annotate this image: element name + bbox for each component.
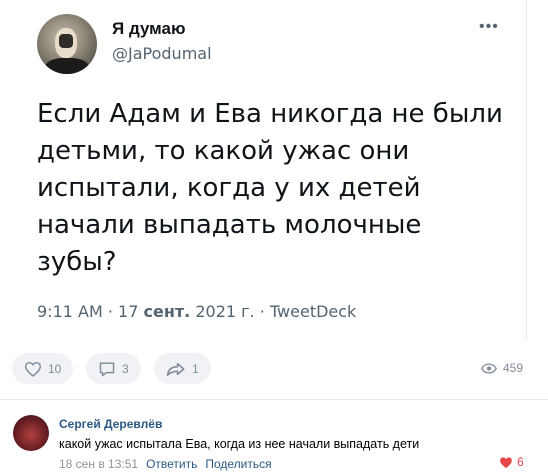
tweet-date-year: 2021 г. bbox=[195, 302, 255, 321]
comment-author-name[interactable]: Сергей Деревлёв bbox=[59, 417, 162, 431]
tweet-source: TweetDeck bbox=[269, 302, 357, 321]
share-arrow-icon bbox=[166, 362, 185, 376]
comment-text: какой ужас испытала Ева, когда из нее на… bbox=[59, 437, 420, 451]
comment-like-count: 6 bbox=[517, 455, 524, 469]
avatar-shirt bbox=[45, 58, 89, 74]
comment-icon bbox=[99, 361, 115, 376]
tweet-date-month: сент. bbox=[143, 302, 191, 321]
like-button[interactable]: 10 bbox=[12, 353, 74, 384]
tweet-card: Я думаю @JaPodumal ••• Если Адам и Ева н… bbox=[0, 0, 526, 340]
repost-button[interactable]: 1 bbox=[154, 353, 211, 384]
views-counter: 459 bbox=[481, 361, 523, 375]
like-count: 10 bbox=[48, 361, 62, 376]
comment-timestamp[interactable]: 18 сен в 13:51 bbox=[59, 457, 138, 471]
comment-author-avatar[interactable] bbox=[13, 415, 49, 451]
comment-like-button[interactable]: 6 bbox=[499, 455, 524, 469]
tweet-time: 9:11 AM bbox=[37, 302, 103, 321]
tweet-author-name[interactable]: Я думаю bbox=[112, 19, 186, 39]
eye-icon bbox=[481, 362, 497, 374]
tweet-text: Если Адам и Ева никогда не были детьми, … bbox=[37, 99, 503, 277]
comment-count: 3 bbox=[122, 361, 129, 376]
reply-link[interactable]: Ответить bbox=[146, 457, 197, 471]
comment-button[interactable]: 3 bbox=[86, 353, 141, 384]
tweet-author-handle[interactable]: @JaPodumal bbox=[112, 44, 212, 63]
meta-separator-2: · bbox=[259, 302, 265, 321]
heart-icon bbox=[24, 361, 42, 377]
section-divider bbox=[0, 399, 548, 400]
tweet-date-day: 17 bbox=[118, 302, 139, 321]
heart-filled-icon bbox=[500, 456, 512, 468]
avatar-hand bbox=[59, 34, 73, 48]
meta-separator: · bbox=[107, 302, 113, 321]
tweet-author-avatar[interactable] bbox=[37, 14, 97, 74]
comment-meta: 18 сен в 13:51 Ответить Поделиться bbox=[59, 457, 272, 471]
tweet-meta: 9:11 AM · 17 сент. 2021 г. · TweetDeck bbox=[37, 302, 356, 321]
more-options-icon[interactable]: ••• bbox=[479, 18, 499, 36]
views-count: 459 bbox=[503, 361, 524, 375]
card-edge bbox=[526, 0, 527, 340]
repost-count: 1 bbox=[192, 361, 199, 376]
share-link[interactable]: Поделиться bbox=[205, 457, 271, 471]
